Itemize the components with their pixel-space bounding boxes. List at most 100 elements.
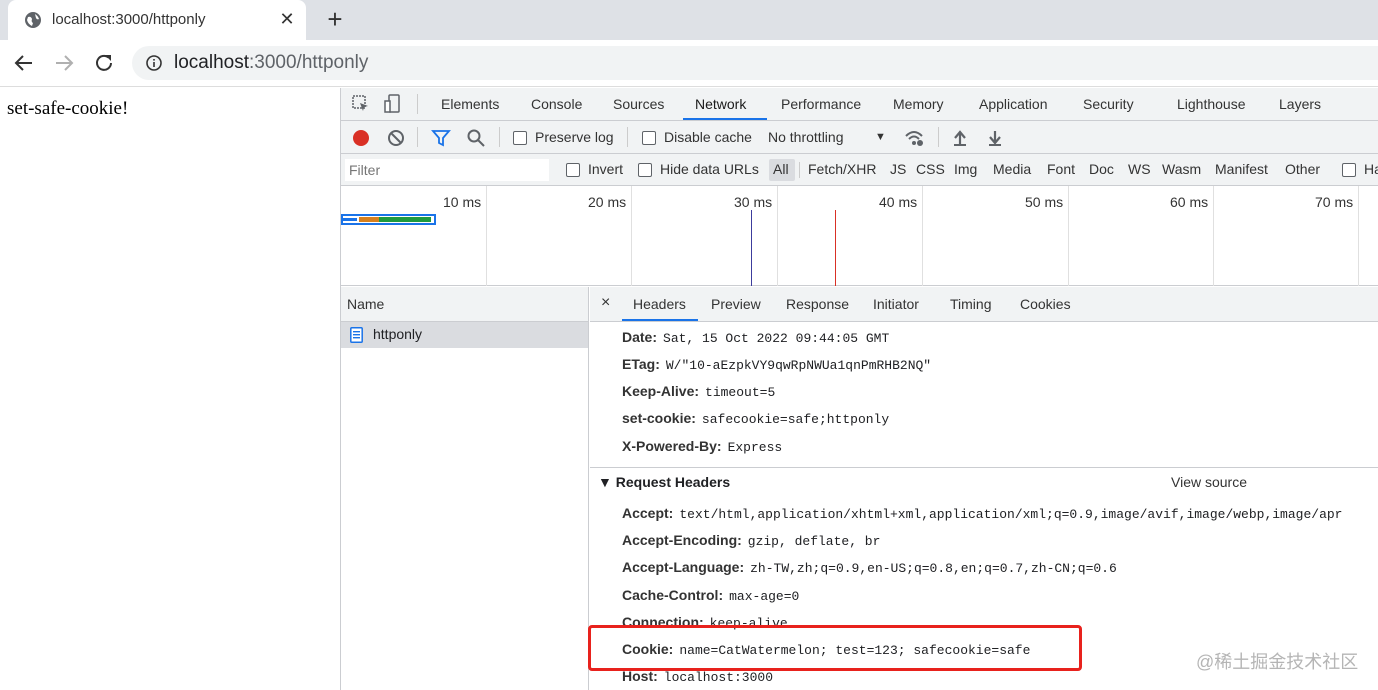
info-icon[interactable]: [146, 55, 162, 71]
request-timing-bar: [341, 214, 436, 225]
timeline-gridline: [1358, 186, 1359, 286]
page-text: set-safe-cookie!: [7, 98, 129, 119]
active-tab-indicator: [683, 118, 767, 120]
address-bar[interactable]: localhost:3000/httponly: [132, 46, 1378, 80]
filter-type-fetch-xhr[interactable]: Fetch/XHR: [808, 161, 876, 177]
request-header-accept-encoding: Accept-Encoding: gzip, deflate, br: [622, 532, 881, 549]
filter-type-js[interactable]: JS: [890, 161, 906, 177]
timeline-gridline: [1213, 186, 1214, 286]
preserve-log-label: Preserve log: [535, 129, 614, 145]
filter-type-ws[interactable]: WS: [1128, 161, 1151, 177]
globe-icon: [25, 12, 41, 28]
disable-cache-label: Disable cache: [664, 129, 752, 145]
browser-tab[interactable]: localhost:3000/httponly ✕: [8, 0, 306, 40]
tab-close-icon[interactable]: ✕: [278, 9, 296, 29]
tab-preview[interactable]: Preview: [711, 296, 761, 312]
filter-input[interactable]: [345, 159, 549, 181]
tab-elements[interactable]: Elements: [441, 96, 499, 112]
toolbar-divider: [938, 127, 939, 147]
request-row[interactable]: httponly: [341, 322, 588, 348]
filter-type-manifest[interactable]: Manifest: [1215, 161, 1268, 177]
device-toolbar-icon[interactable]: [383, 94, 403, 114]
response-header-etag: ETag: W/"10-aEzpkVY9qwRpNWUa1qnPmRHB2NQ": [622, 356, 932, 373]
timeline-gridline: [1068, 186, 1069, 286]
url-text: localhost:3000/httponly: [174, 52, 369, 73]
response-header-x-powered-by: X-Powered-By: Express: [622, 438, 783, 455]
name-column-header[interactable]: Name: [341, 287, 588, 322]
devtools-panel: Elements Console Sources Network Perform…: [340, 88, 1378, 690]
tab-layers[interactable]: Layers: [1279, 96, 1321, 112]
tab-console[interactable]: Console: [531, 96, 582, 112]
response-header-keep-alive: Keep-Alive: timeout=5: [622, 383, 776, 400]
devtools-tabbar: Elements Console Sources Network Perform…: [341, 88, 1378, 121]
tab-application[interactable]: Application: [979, 96, 1048, 112]
dom-content-loaded-marker: [751, 210, 752, 286]
filter-type-font[interactable]: Font: [1047, 161, 1075, 177]
tab-strip: localhost:3000/httponly ✕ +: [0, 0, 1378, 40]
hide-data-urls-checkbox[interactable]: [638, 163, 652, 177]
filter-icon[interactable]: [431, 128, 451, 148]
active-tab-indicator: [622, 319, 698, 321]
filter-type-doc[interactable]: Doc: [1089, 161, 1114, 177]
request-headers-toggle[interactable]: ▼ Request Headers: [598, 474, 730, 490]
network-conditions-icon[interactable]: [904, 128, 924, 148]
has-blocked-cookies-label: Ha: [1364, 161, 1378, 177]
response-header-set-cookie: set-cookie: safecookie=safe;httponly: [622, 410, 890, 427]
request-list: Name httponly: [341, 287, 589, 690]
filter-type-wasm[interactable]: Wasm: [1162, 161, 1201, 177]
close-icon[interactable]: ×: [601, 294, 610, 312]
filter-type-all[interactable]: All: [773, 161, 789, 177]
request-header-accept: Accept: text/html,application/xhtml+xml,a…: [622, 505, 1343, 522]
load-event-marker: [835, 210, 836, 286]
tab-headers[interactable]: Headers: [633, 296, 686, 312]
timeline-label: 70 ms: [1315, 194, 1354, 210]
preserve-log-checkbox[interactable]: [513, 131, 527, 145]
chevron-down-icon[interactable]: ▼: [875, 131, 886, 143]
filter-type-other[interactable]: Other: [1285, 161, 1320, 177]
disable-cache-checkbox[interactable]: [642, 131, 656, 145]
tab-cookies[interactable]: Cookies: [1020, 296, 1071, 312]
new-tab-icon[interactable]: +: [322, 6, 348, 32]
document-icon: [350, 327, 363, 343]
timeline-label: 50 ms: [1025, 194, 1064, 210]
network-overview-timeline[interactable]: 10 ms 20 ms 30 ms 40 ms 50 ms 60 ms 70 m…: [341, 186, 1378, 286]
section-divider: [590, 467, 1378, 468]
tab-network[interactable]: Network: [695, 96, 746, 112]
timeline-gridline: [922, 186, 923, 286]
forward-arrow-icon[interactable]: [52, 51, 76, 75]
import-har-icon[interactable]: [950, 128, 970, 148]
invert-label: Invert: [588, 161, 624, 177]
filter-type-img[interactable]: Img: [954, 161, 977, 177]
has-blocked-cookies-checkbox[interactable]: [1342, 163, 1356, 177]
browser-toolbar: localhost:3000/httponly: [0, 40, 1378, 87]
invert-checkbox[interactable]: [566, 163, 580, 177]
timeline-gridline: [486, 186, 487, 286]
toolbar-divider: [417, 127, 418, 147]
toolbar-divider: [799, 162, 800, 178]
tab-security[interactable]: Security: [1083, 96, 1134, 112]
throttling-select[interactable]: No throttling: [768, 129, 843, 145]
response-header-date: Date: Sat, 15 Oct 2022 09:44:05 GMT: [622, 329, 890, 346]
tab-response[interactable]: Response: [786, 296, 849, 312]
view-source-link[interactable]: View source: [1171, 474, 1247, 490]
tab-title: localhost:3000/httponly: [52, 11, 206, 28]
tab-lighthouse[interactable]: Lighthouse: [1177, 96, 1246, 112]
tab-memory[interactable]: Memory: [893, 96, 944, 112]
tab-initiator[interactable]: Initiator: [873, 296, 919, 312]
reload-icon[interactable]: [92, 51, 116, 75]
export-har-icon[interactable]: [985, 128, 1005, 148]
clear-icon[interactable]: [386, 128, 406, 148]
search-icon[interactable]: [466, 128, 486, 148]
record-icon[interactable]: [351, 128, 371, 148]
filter-type-media[interactable]: Media: [993, 161, 1031, 177]
request-header-accept-language: Accept-Language: zh-TW,zh;q=0.9,en-US;q=0…: [622, 559, 1117, 576]
tab-performance[interactable]: Performance: [781, 96, 861, 112]
tab-timing[interactable]: Timing: [950, 296, 992, 312]
timeline-label: 30 ms: [734, 194, 773, 210]
filter-type-css[interactable]: CSS: [916, 161, 945, 177]
timeline-label: 20 ms: [588, 194, 627, 210]
hide-data-urls-label: Hide data URLs: [660, 161, 759, 177]
back-arrow-icon[interactable]: [12, 51, 36, 75]
inspect-element-icon[interactable]: [351, 94, 371, 114]
tab-sources[interactable]: Sources: [613, 96, 664, 112]
